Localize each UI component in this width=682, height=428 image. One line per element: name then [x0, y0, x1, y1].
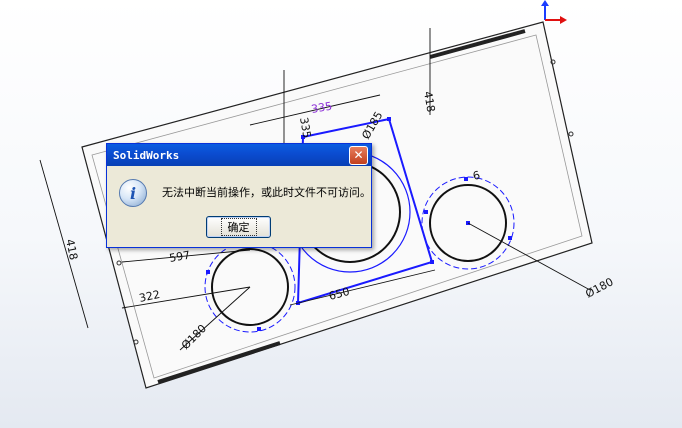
close-icon[interactable]: ✕	[349, 145, 368, 165]
dialog-title: SolidWorks	[113, 148, 180, 162]
ok-button-label: 确定	[220, 218, 257, 236]
dialog-message: 无法中断当前操作，或此时文件不可访问。	[162, 186, 371, 199]
dim-180-right[interactable]: Ø180	[583, 275, 615, 300]
view-triad	[541, 0, 567, 24]
dialog-content: i 无法中断当前操作，或此时文件不可访问。 确定	[107, 166, 371, 247]
ok-button[interactable]: 确定	[206, 216, 271, 238]
message-dialog: SolidWorks ✕ i 无法中断当前操作，或此时文件不可访问。 确定	[106, 143, 372, 248]
dim-418-left[interactable]: 418	[63, 238, 80, 261]
mount-hole	[568, 131, 574, 137]
dialog-titlebar[interactable]: SolidWorks ✕	[107, 144, 371, 166]
info-icon: i	[119, 179, 147, 207]
